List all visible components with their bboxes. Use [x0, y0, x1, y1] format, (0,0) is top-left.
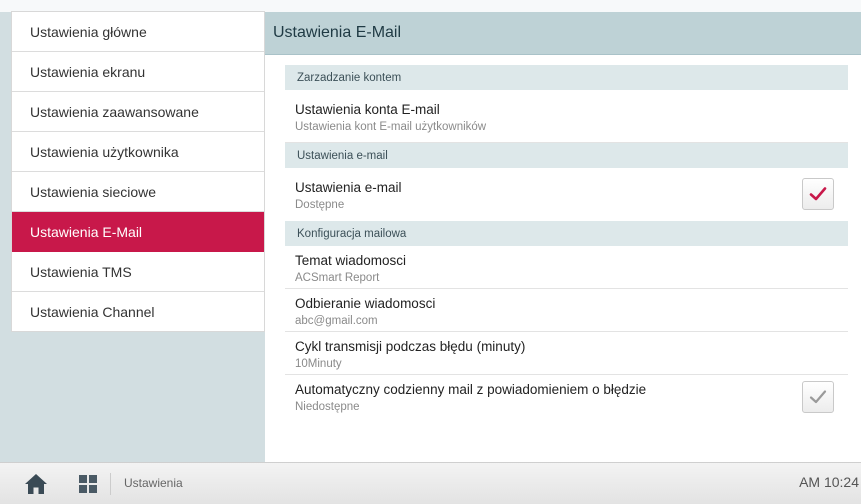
menu-grid-button[interactable]: [79, 475, 97, 493]
sidebar-item-tms-settings[interactable]: Ustawienia TMS: [12, 252, 264, 292]
setting-title: Automatyczny codzienny mail z powiadomie…: [295, 382, 647, 397]
section-header-account-management: Zarzadzanie kontem: [285, 65, 848, 90]
sidebar-item-advanced-settings[interactable]: Ustawienia zaawansowane: [12, 92, 264, 132]
setting-title: Cykl transmisji podczas błędu (minuty): [295, 339, 526, 354]
current-screen-label: Ustawienia: [124, 476, 183, 490]
grid-icon: [79, 475, 97, 493]
setting-email-enabled[interactable]: Ustawienia e-mail Dostępne: [285, 168, 848, 221]
section-header-mail-configuration: Konfiguracja mailowa: [285, 221, 848, 246]
main-panel: Ustawienia E-Mail Zarzadzanie kontem Ust…: [265, 12, 861, 462]
sidebar-item-user-settings[interactable]: Ustawienia użytkownika: [12, 132, 264, 172]
setting-error-transmission-cycle[interactable]: Cykl transmisji podczas błędu (minuty) 1…: [285, 332, 848, 375]
bottom-bar-divider: [110, 473, 111, 495]
setting-message-recipient[interactable]: Odbieranie wiadomosci abc@gmail.com: [285, 289, 848, 332]
setting-subtitle: Niedostępne: [295, 401, 360, 413]
screen: Ustawienia główne Ustawienia ekranu Usta…: [0, 0, 861, 504]
sidebar-item-screen-settings[interactable]: Ustawienia ekranu: [12, 52, 264, 92]
setting-subtitle: Ustawienia kont E-mail użytkowników: [295, 121, 487, 133]
setting-title: Odbieranie wiadomosci: [295, 296, 436, 311]
setting-message-subject[interactable]: Temat wiadomosci ACSmart Report: [285, 246, 848, 289]
email-enabled-checkbox[interactable]: [802, 178, 834, 210]
setting-title: Ustawienia e-mail: [295, 180, 402, 195]
setting-email-account[interactable]: Ustawienia konta E-mail Ustawienia kont …: [285, 90, 848, 143]
clock: AM 10:24: [799, 474, 859, 490]
settings-content: Zarzadzanie kontem Ustawienia konta E-ma…: [265, 55, 861, 418]
setting-subtitle: abc@gmail.com: [295, 315, 378, 327]
setting-title: Temat wiadomosci: [295, 253, 407, 268]
top-strip: [0, 0, 861, 12]
section-header-email-settings: Ustawienia e-mail: [285, 143, 848, 168]
bottom-bar: Ustawienia AM 10:24: [0, 462, 861, 504]
setting-daily-error-mail[interactable]: Automatyczny codzienny mail z powiadomie…: [285, 375, 848, 418]
sidebar: Ustawienia główne Ustawienia ekranu Usta…: [12, 12, 264, 331]
sidebar-item-main-settings[interactable]: Ustawienia główne: [12, 12, 264, 52]
setting-subtitle: 10Minuty: [295, 358, 342, 370]
sidebar-item-network-settings[interactable]: Ustawienia sieciowe: [12, 172, 264, 212]
home-button[interactable]: [24, 473, 48, 495]
check-icon: [809, 390, 827, 404]
setting-title: Ustawienia konta E-mail: [295, 102, 440, 117]
page-title: Ustawienia E-Mail: [265, 12, 861, 55]
daily-error-mail-checkbox[interactable]: [802, 381, 834, 413]
home-icon: [25, 474, 47, 494]
sidebar-item-email-settings[interactable]: Ustawienia E-Mail: [12, 212, 264, 252]
setting-subtitle: Dostępne: [295, 199, 345, 211]
sidebar-item-channel-settings[interactable]: Ustawienia Channel: [12, 292, 264, 331]
setting-subtitle: ACSmart Report: [295, 272, 380, 284]
check-icon: [809, 187, 827, 201]
